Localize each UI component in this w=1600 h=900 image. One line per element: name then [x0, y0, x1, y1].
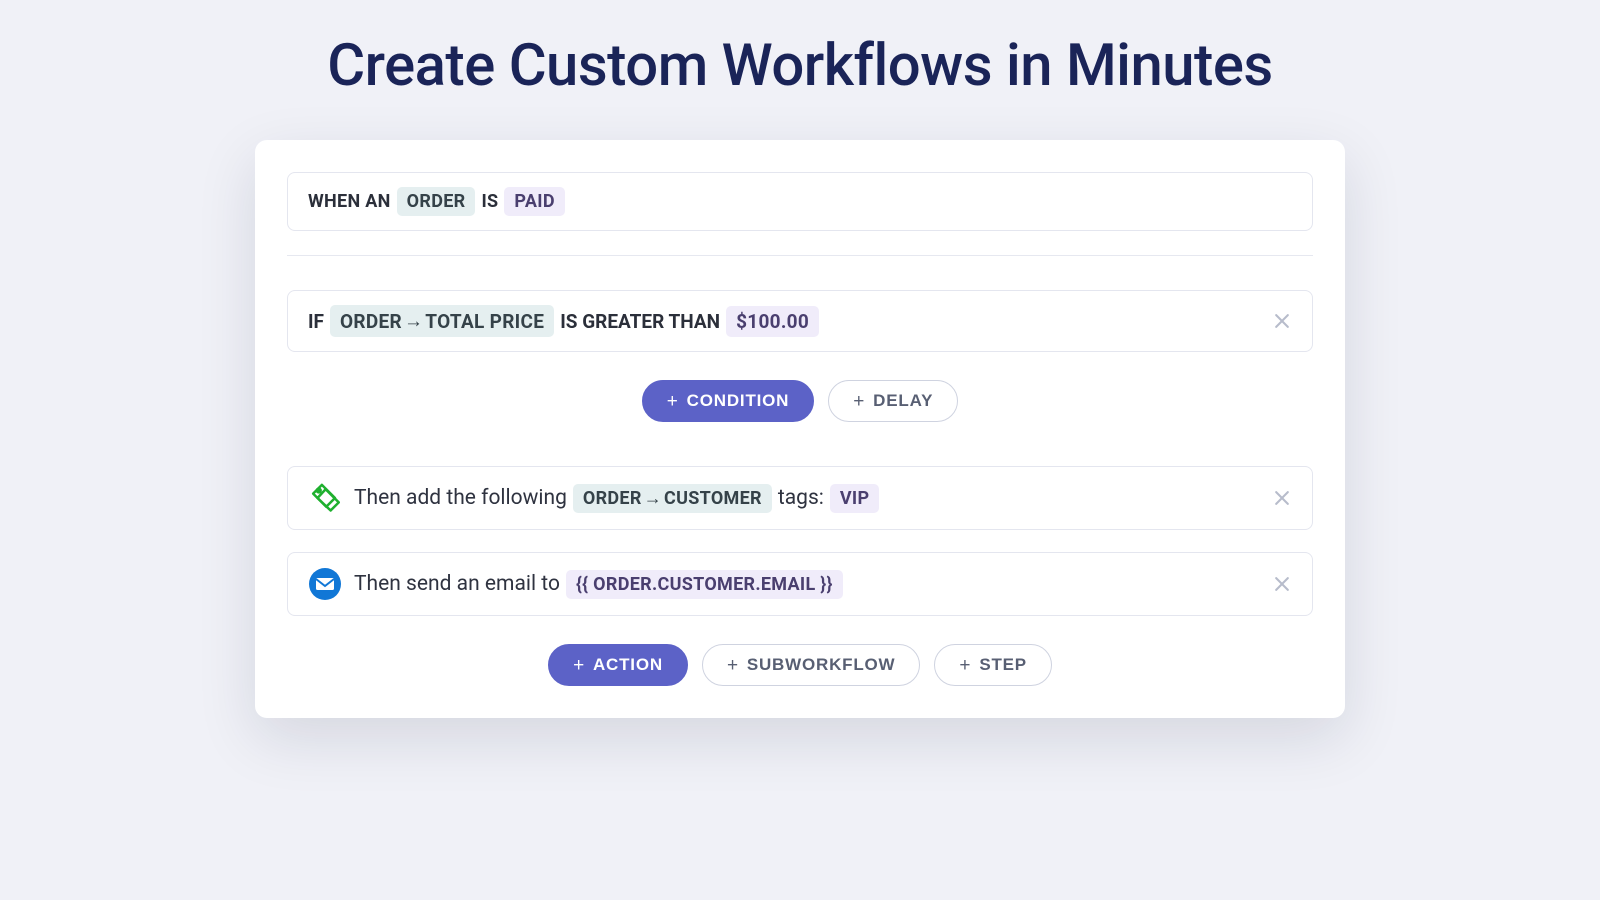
remove-action-button[interactable]	[1268, 484, 1296, 512]
plus-icon: +	[959, 656, 971, 675]
plus-icon: +	[727, 656, 739, 675]
action-email-prefix: Then send an email to	[354, 572, 560, 596]
remove-action-button[interactable]	[1268, 570, 1296, 598]
action-tag-value-pill[interactable]: VIP	[830, 484, 880, 513]
close-icon	[1272, 311, 1292, 331]
trigger-mid: IS	[481, 191, 498, 212]
action-row-tag[interactable]: Then add the following ORDER→CUSTOMER ta…	[287, 466, 1313, 530]
plus-icon: +	[853, 392, 865, 411]
add-action-button[interactable]: + ACTION	[548, 644, 688, 686]
trigger-entity-pill[interactable]: ORDER	[397, 187, 476, 216]
plus-icon: +	[667, 392, 679, 411]
condition-path-pill[interactable]: ORDER→TOTAL PRICE	[330, 305, 554, 337]
add-condition-button[interactable]: + CONDITION	[642, 380, 815, 422]
plus-icon: +	[573, 656, 585, 675]
page-title: Create Custom Workflows in Minutes	[0, 0, 1600, 140]
action-email-target-pill[interactable]: {{ ORDER.CUSTOMER.EMAIL }}	[566, 570, 843, 599]
remove-condition-button[interactable]	[1268, 307, 1296, 335]
trigger-row[interactable]: WHEN AN ORDER IS PAID	[287, 172, 1313, 231]
condition-value-pill[interactable]: $100.00	[726, 306, 819, 337]
workflow-card: WHEN AN ORDER IS PAID IF ORDER→TOTAL PRI…	[255, 140, 1345, 718]
action-row-email[interactable]: Then send an email to {{ ORDER.CUSTOMER.…	[287, 552, 1313, 616]
trigger-state-pill[interactable]: PAID	[504, 187, 564, 216]
add-subworkflow-button[interactable]: + SUBWORKFLOW	[702, 644, 920, 686]
action-tag-path-pill[interactable]: ORDER→CUSTOMER	[573, 484, 772, 513]
add-step-button[interactable]: + STEP	[934, 644, 1052, 686]
action-tag-prefix: Then add the following	[354, 486, 567, 510]
action-buttons-row: + ACTION + SUBWORKFLOW + STEP	[287, 644, 1313, 686]
action-tag-suffix: tags:	[778, 486, 824, 510]
close-icon	[1272, 488, 1292, 508]
condition-prefix: IF	[308, 310, 324, 333]
tag-icon	[308, 481, 342, 515]
section-divider	[287, 255, 1313, 256]
trigger-prefix: WHEN AN	[308, 191, 391, 212]
close-icon	[1272, 574, 1292, 594]
add-delay-button[interactable]: + DELAY	[828, 380, 958, 422]
condition-buttons-row: + CONDITION + DELAY	[287, 380, 1313, 422]
email-icon	[308, 567, 342, 601]
condition-op: IS GREATER THAN	[560, 310, 720, 333]
condition-row[interactable]: IF ORDER→TOTAL PRICE IS GREATER THAN $10…	[287, 290, 1313, 352]
